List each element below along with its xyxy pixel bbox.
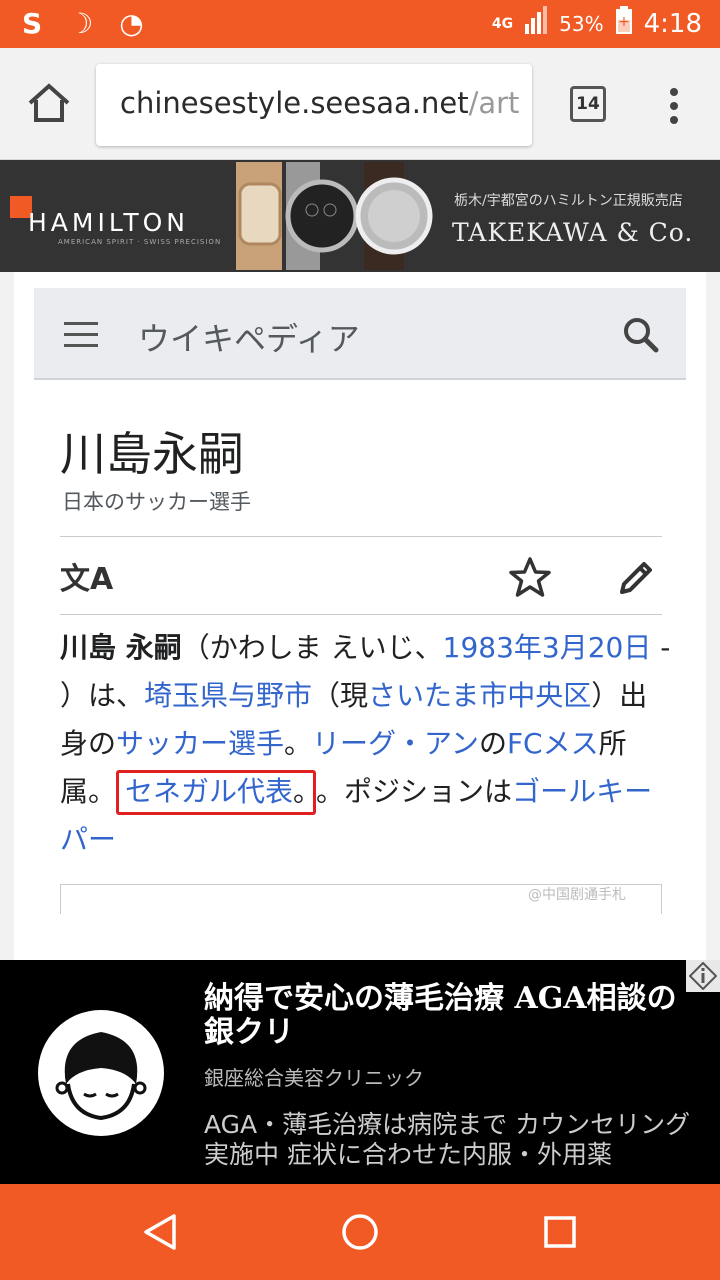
link-senegal-team[interactable]: セネガル代表 [125,775,293,808]
back-button[interactable] [140,1212,180,1252]
tab-switcher-button[interactable]: 14 [570,86,606,122]
navigation-bar [0,1184,720,1280]
banner-shop-en: TAKEKAWA & Co. [452,218,694,247]
back-triangle-icon [144,1214,176,1250]
recents-button[interactable] [540,1212,580,1252]
link-fc-metz[interactable]: FCメス [507,727,599,760]
wiki-site-title[interactable]: ウイキペディア [138,314,360,360]
language-icon[interactable]: 文A [60,554,113,598]
link-birthplace[interactable]: 埼玉県与野市 [144,679,312,712]
clock: 4:18 [643,8,702,39]
overflow-menu-button[interactable] [662,86,686,126]
ad-title[interactable]: 納得で安心の薄毛治療 AGA相談の銀クリ [204,982,704,1050]
text-segment: 。 [284,727,313,760]
ad-description: AGA・薄毛治療は病院まで カウンセリング実施中 症状に合わせた内服・外用薬 [204,1110,691,1169]
moon-icon: ☽ [68,7,94,40]
ad-sponsor: 銀座総合美容クリニック [204,1066,424,1090]
battery-icon: + [615,6,632,41]
watermark: @中国剧通手札 [528,887,626,903]
battery-percent: 53% [559,11,604,36]
highlight-box: セネガル代表。 [116,770,317,815]
hamburger-menu-icon[interactable] [64,322,98,355]
subject-name: 川島 永嗣 [60,631,182,664]
text-segment: 。ポジションは [316,775,513,808]
search-icon[interactable] [622,316,660,354]
pencil-edit-icon[interactable] [616,558,656,598]
url-path: /art [468,86,520,120]
network-type: 4G [491,15,514,32]
article-intro-paragraph: 川島 永嗣（かわしま えいじ、1983年3月20日 - ）は、埼玉県与野市（現さ… [60,624,672,864]
status-bar: S ☽ ◔ 4G 53% + 4:18 [0,0,720,48]
address-bar[interactable]: chinesestyle.seesaa.net/art [96,64,532,146]
link-birthdate[interactable]: 1983年3月20日 [443,631,652,664]
home-circle-icon [342,1214,378,1250]
app-notification-icon: ◔ [119,7,144,40]
text-segment: （かわしま えいじ、 [181,631,443,664]
link-current-city[interactable]: さいたま市中央区 [368,679,591,712]
text-segment: （現 [312,679,369,712]
signal-icon [525,6,548,41]
recents-square-icon [544,1216,576,1248]
divider [60,536,662,537]
watches-image [236,162,433,270]
banner-brand-sub: AMERICAN SPIRIT · SWISS PRECISION [58,238,222,246]
page-title: 川島永嗣 [60,427,244,481]
link-football-player[interactable]: サッカー選手 [116,727,284,760]
browser-toolbar: chinesestyle.seesaa.net/art 14 [0,48,720,160]
s-app-icon: S [22,7,43,40]
ad-logo-avatar [38,1010,164,1136]
home-button[interactable] [24,78,74,128]
page-subtitle: 日本のサッカー選手 [62,490,251,514]
text-segment: の [478,727,507,760]
bottom-ad[interactable]: 納得で安心の薄毛治療 AGA相談の銀クリ 銀座総合美容クリニック AGA・薄毛治… [0,960,720,1184]
home-icon [28,83,70,122]
wiki-header: ウイキペディア [34,288,686,380]
banner-ad[interactable]: HAMILTON AMERICAN SPIRIT · SWISS PRECISI… [0,160,720,272]
home-nav-button[interactable] [340,1212,380,1252]
article-card: ウイキペディア 川島永嗣 日本のサッカー選手 文A 川島 永嗣（かわしま えいじ… [14,272,706,962]
divider [60,614,662,615]
banner-shop-jp: 栃木/宇都宮のハミルトン正規販売店 [454,193,683,209]
star-icon[interactable] [508,556,552,600]
banner-brand: HAMILTON [28,208,189,237]
svg-text:+: + [618,14,630,30]
url-host: chinesestyle.seesaa.net [120,86,469,120]
link-ligue-1[interactable]: リーグ・アン [312,727,479,760]
